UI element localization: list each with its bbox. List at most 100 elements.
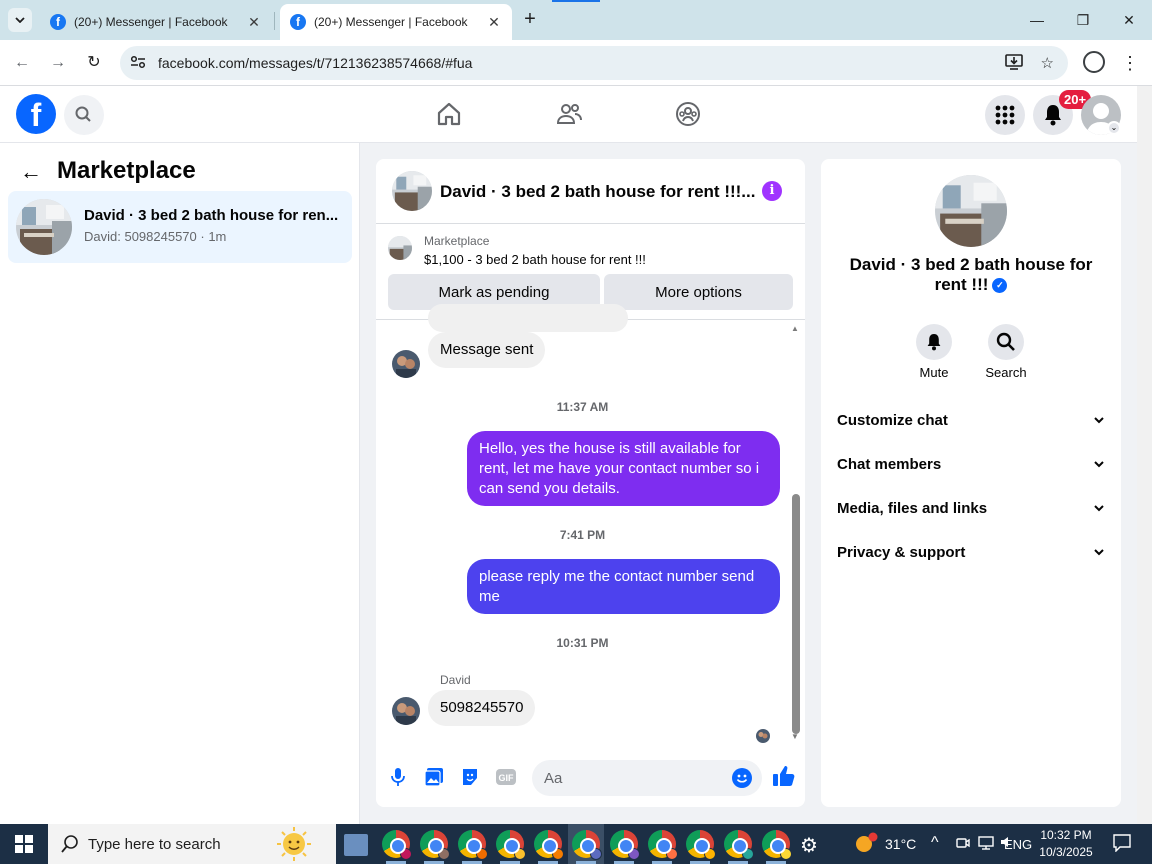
close-icon[interactable]: ✕	[246, 14, 262, 31]
chrome-profile-icon[interactable]	[382, 830, 412, 860]
chrome-profile-icon[interactable]	[572, 830, 602, 860]
site-info-icon[interactable]	[130, 55, 150, 72]
photo-icon[interactable]	[423, 766, 445, 788]
sender-avatar[interactable]	[392, 697, 420, 725]
facebook-logo-icon[interactable]: f	[16, 94, 56, 134]
tab-list-icon[interactable]	[8, 8, 32, 32]
conversation-list-panel: ← Marketplace David · 3 bed 2 bath house…	[0, 143, 360, 824]
chevron-down-icon	[1094, 461, 1104, 468]
weather-tray-icon[interactable]	[854, 832, 878, 857]
close-icon[interactable]: ✕	[486, 14, 502, 31]
page-scrollbar[interactable]	[1137, 86, 1152, 824]
profile-badge-icon	[704, 848, 716, 860]
scroll-down-icon[interactable]: ▼	[791, 732, 799, 741]
chrome-profile-icon[interactable]	[762, 830, 792, 860]
scrollbar-thumb[interactable]	[792, 494, 800, 734]
file-explorer-icon[interactable]	[344, 834, 368, 856]
message-input-placeholder: Aa	[544, 770, 563, 787]
seen-indicator-avatar	[756, 729, 770, 743]
browser-tab-strip: f (20+) Messenger | Facebook ✕ f (20+) M…	[0, 0, 1152, 40]
microphone-icon[interactable]	[387, 766, 409, 788]
menu-grid-icon[interactable]	[985, 95, 1025, 135]
chevron-down-icon[interactable]: ⌄	[1107, 121, 1121, 135]
minimize-icon[interactable]: —	[1025, 8, 1049, 32]
url-bar[interactable]: facebook.com/messages/t/712136238574668/…	[120, 46, 1068, 80]
emoji-icon[interactable]	[732, 768, 752, 788]
weather-sun-icon[interactable]	[272, 826, 316, 862]
reload-icon[interactable]: ↻	[82, 51, 106, 75]
chrome-profile-icon[interactable]	[534, 830, 564, 860]
close-window-icon[interactable]: ✕	[1117, 8, 1141, 32]
notifications-icon[interactable]	[1113, 834, 1131, 855]
thumbs-up-icon[interactable]	[772, 764, 796, 788]
chevron-down-icon	[1094, 505, 1104, 512]
facebook-favicon-icon: f	[290, 14, 306, 30]
chevron-up-icon[interactable]: ^	[931, 834, 939, 852]
conversation-info-panel: David · 3 bed 2 bath house for rent !!! ✓…	[821, 159, 1121, 807]
tab-title: (20+) Messenger | Facebook	[74, 15, 228, 29]
taskbar-clock[interactable]: 10:32 PM 10/3/2025	[1034, 827, 1098, 861]
listing-thumbnail[interactable]	[935, 175, 1007, 247]
gif-icon[interactable]: GIF	[495, 766, 517, 788]
facebook-favicon-icon: f	[50, 14, 66, 30]
settings-gear-icon[interactable]: ⚙	[800, 833, 818, 858]
message-timestamp: 11:37 AM	[556, 400, 609, 414]
browser-tab-1[interactable]: f (20+) Messenger | Facebook ✕	[40, 4, 272, 40]
home-icon[interactable]	[435, 100, 463, 128]
profile-icon[interactable]	[1083, 51, 1105, 73]
chat-title[interactable]: David · 3 bed 2 bath house for rent !!!.…	[440, 182, 755, 202]
outgoing-message[interactable]: Hello, yes the house is still available …	[467, 431, 780, 506]
more-options-button[interactable]: More options	[604, 274, 793, 310]
network-icon[interactable]	[978, 836, 994, 853]
groups-icon[interactable]	[674, 100, 702, 128]
listing-price[interactable]: $1,100 - 3 bed 2 bath house for rent !!!	[424, 252, 646, 267]
conversation-preview: David: 5098245570 · 1m	[84, 229, 227, 244]
chat-panel: David · 3 bed 2 bath house for rent !!!.…	[376, 159, 805, 807]
search-button[interactable]	[988, 324, 1024, 360]
friends-icon[interactable]	[555, 100, 583, 128]
menu-kebab-icon[interactable]: ⋮	[1120, 51, 1140, 75]
browser-tab-2[interactable]: f (20+) Messenger | Facebook ✕	[280, 4, 512, 40]
message-scrollbar[interactable]: ▲ ▼	[791, 324, 801, 744]
sender-avatar[interactable]	[392, 350, 420, 378]
chat-members-section[interactable]: Chat members	[837, 442, 1105, 486]
new-tab-icon[interactable]: +	[518, 8, 542, 32]
sticker-icon[interactable]	[459, 766, 481, 788]
verified-badge-icon: ✓	[992, 278, 1008, 294]
back-icon[interactable]: ←	[10, 51, 34, 75]
listing-thumbnail	[16, 199, 72, 255]
bookmark-star-icon[interactable]: ☆	[1041, 54, 1054, 74]
media-files-links-section[interactable]: Media, files and links	[837, 486, 1105, 530]
incoming-message[interactable]: Message sent	[428, 332, 546, 368]
message-input[interactable]: Aa	[532, 760, 762, 796]
chrome-profile-icon[interactable]	[496, 830, 526, 860]
customize-chat-section[interactable]: Customize chat	[837, 398, 1105, 442]
chrome-profile-icon[interactable]	[724, 830, 754, 860]
privacy-support-section[interactable]: Privacy & support	[837, 530, 1105, 574]
scroll-up-icon[interactable]: ▲	[791, 324, 799, 333]
outgoing-message[interactable]: please reply me the contact number send …	[467, 559, 780, 614]
back-arrow-icon[interactable]: ←	[20, 159, 42, 185]
listing-thumbnail[interactable]	[392, 171, 432, 211]
restore-icon[interactable]: ❐	[1071, 8, 1095, 32]
chrome-profile-icon[interactable]	[420, 830, 450, 860]
chrome-profile-icon[interactable]	[458, 830, 488, 860]
conversation-item[interactable]: David · 3 bed 2 bath house for ren... Da…	[8, 191, 352, 263]
install-app-icon[interactable]	[1004, 54, 1023, 74]
meet-now-icon[interactable]	[956, 836, 970, 853]
windows-start-icon[interactable]	[0, 824, 48, 864]
temperature[interactable]: 31°C	[885, 836, 916, 852]
chat-header: David · 3 bed 2 bath house for rent !!!.…	[376, 159, 805, 224]
mute-button[interactable]	[916, 324, 952, 360]
info-icon[interactable]: i	[762, 181, 782, 201]
listing-thumbnail[interactable]	[388, 236, 412, 260]
chrome-profile-icon[interactable]	[610, 830, 640, 860]
chrome-profile-icon[interactable]	[686, 830, 716, 860]
chrome-profile-icon[interactable]	[648, 830, 678, 860]
address-bar: ← → ↻ facebook.com/messages/t/7121362385…	[0, 40, 1152, 86]
clock-time: 10:32 PM	[1040, 828, 1092, 842]
input-language[interactable]: ENG	[1004, 837, 1032, 852]
incoming-message[interactable]: 5098245570	[428, 690, 536, 726]
forward-icon[interactable]: →	[46, 51, 70, 75]
search-icon[interactable]	[64, 95, 104, 135]
